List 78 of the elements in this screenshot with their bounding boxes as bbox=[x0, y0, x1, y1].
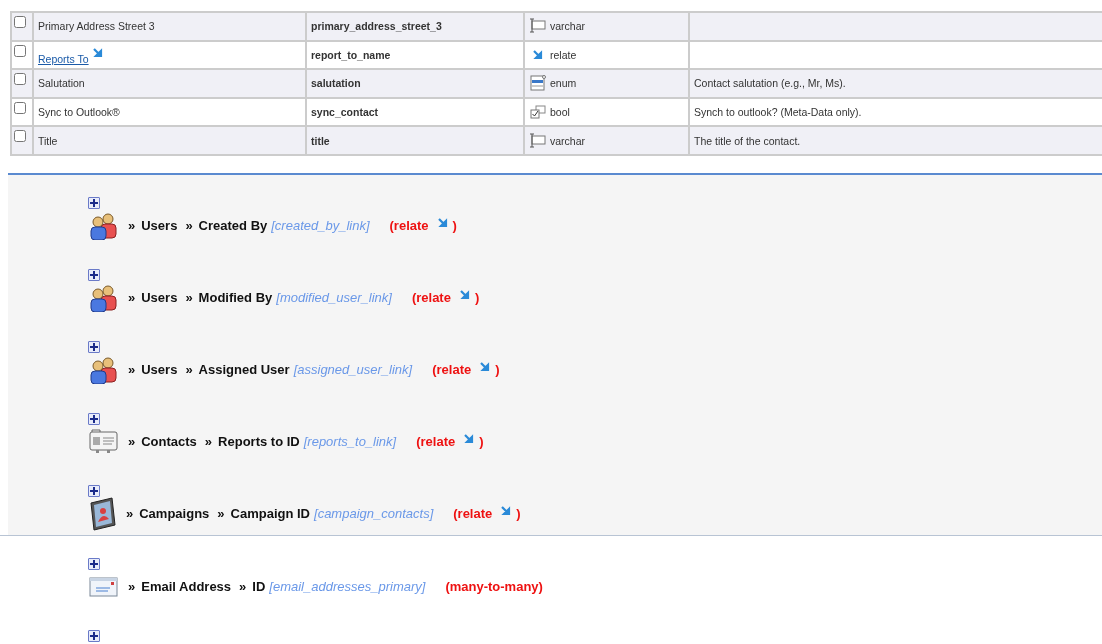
field-type: bool bbox=[550, 106, 570, 119]
field-label: Reports to ID bbox=[218, 434, 300, 450]
field-label: Assigned User bbox=[198, 362, 290, 378]
separator: » bbox=[204, 434, 213, 450]
module-name: Campaigns bbox=[139, 506, 210, 522]
separator: » bbox=[128, 218, 136, 234]
link-name: [assigned_user_link] bbox=[293, 362, 413, 378]
closing-parenthesis: ) bbox=[474, 290, 480, 306]
link-name: [campaign_contacts] bbox=[314, 506, 434, 522]
expand-button[interactable] bbox=[88, 484, 100, 497]
module-name: Contacts bbox=[141, 434, 197, 450]
module-name: Users bbox=[141, 362, 178, 378]
checkbox[interactable] bbox=[14, 130, 26, 143]
link-name: [email_addresses_primary] bbox=[269, 579, 426, 595]
closing-parenthesis: ) bbox=[452, 218, 457, 234]
separator: » bbox=[126, 506, 134, 522]
expand-button[interactable] bbox=[88, 340, 100, 353]
field-type: varchar bbox=[550, 20, 585, 33]
expand-button[interactable] bbox=[88, 629, 100, 642]
field-label: Title bbox=[38, 134, 58, 147]
closing-parenthesis: ) bbox=[516, 506, 521, 522]
field-label: ID bbox=[252, 579, 266, 595]
contact-card-icon bbox=[88, 428, 120, 455]
field-label: Campaign ID bbox=[230, 506, 310, 522]
checkbox[interactable] bbox=[14, 44, 26, 57]
field-label: Sync to Outlook® bbox=[38, 106, 120, 119]
relationship-type: (relate bbox=[453, 506, 493, 522]
field-type: varchar bbox=[550, 134, 585, 147]
expand-button[interactable] bbox=[88, 196, 100, 209]
separator: » bbox=[185, 218, 193, 234]
expand-button[interactable] bbox=[88, 268, 100, 281]
closing-parenthesis: ) bbox=[495, 362, 500, 378]
field-name: title bbox=[305, 127, 523, 154]
checkbox[interactable] bbox=[14, 101, 26, 114]
relationship-type: (relate bbox=[411, 290, 451, 306]
field-description: Synch to outlook? (Meta-Data only). bbox=[694, 106, 862, 119]
checkbox-icon bbox=[529, 104, 547, 121]
separator: » bbox=[128, 434, 136, 450]
field-label: Created By bbox=[198, 218, 268, 234]
module-name: Users bbox=[141, 218, 178, 234]
field-label: Primary Address Street 3 bbox=[38, 20, 155, 33]
tablet-icon bbox=[88, 496, 118, 531]
separator: » bbox=[128, 579, 136, 595]
link-name: [modified_user_link] bbox=[276, 290, 392, 306]
users-icon bbox=[88, 283, 120, 312]
relationship-type: (relate bbox=[389, 218, 429, 234]
field-description: Contact salutation (e.g., Mr, Ms). bbox=[694, 77, 846, 90]
field-type: relate bbox=[550, 48, 577, 61]
module-name: Email Address bbox=[141, 579, 232, 595]
field-type: enum bbox=[550, 77, 577, 90]
text-field-icon bbox=[529, 18, 547, 35]
relationship-type: (relate bbox=[416, 434, 456, 450]
text-field-icon bbox=[529, 132, 547, 149]
field-link[interactable]: Reports To bbox=[38, 52, 89, 65]
link-name: [reports_to_link] bbox=[303, 434, 397, 450]
list-icon bbox=[529, 75, 547, 92]
envelope-icon bbox=[88, 574, 120, 599]
separator: » bbox=[128, 290, 136, 306]
expand-button[interactable] bbox=[88, 557, 100, 570]
field-description: The title of the contact. bbox=[694, 134, 801, 147]
expand-button[interactable] bbox=[88, 412, 100, 425]
checkbox[interactable] bbox=[14, 16, 26, 28]
separator: » bbox=[128, 362, 136, 378]
separator: » bbox=[239, 579, 247, 595]
field-label: Modified By bbox=[198, 290, 273, 306]
checkbox[interactable] bbox=[14, 73, 26, 86]
separator: » bbox=[185, 362, 193, 378]
users-icon bbox=[88, 211, 120, 240]
relationship-type: (many-to-many) bbox=[445, 579, 543, 595]
separator: » bbox=[217, 506, 225, 522]
field-label: Salutation bbox=[38, 77, 85, 90]
users-icon bbox=[88, 355, 120, 384]
closing-parenthesis: ) bbox=[479, 434, 484, 450]
link-name: [created_by_link] bbox=[271, 218, 370, 234]
module-name: Users bbox=[141, 290, 178, 306]
arrow-icon bbox=[91, 47, 103, 59]
separator: » bbox=[185, 290, 193, 306]
relationship-type: (relate bbox=[432, 362, 472, 378]
